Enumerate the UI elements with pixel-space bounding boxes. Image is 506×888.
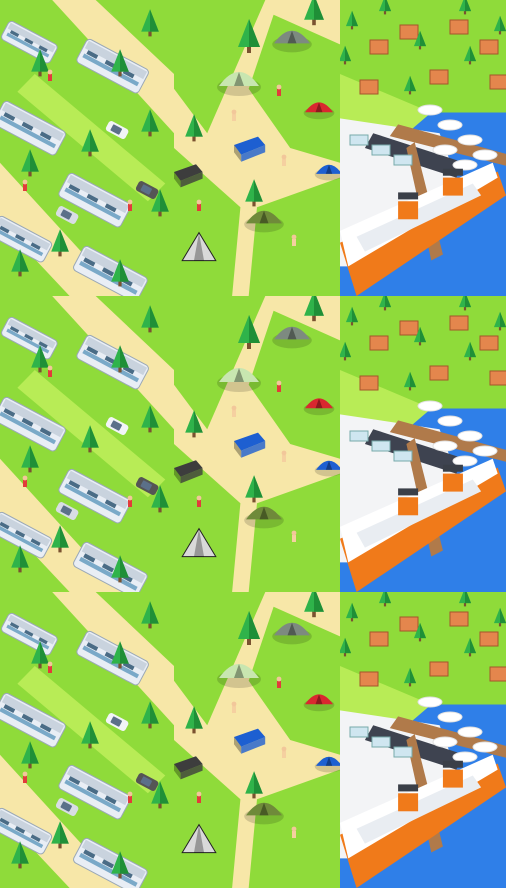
building xyxy=(479,39,499,55)
yacht xyxy=(437,711,463,723)
rv-park-screenshot-3 xyxy=(0,592,174,888)
camper-person xyxy=(196,495,202,507)
harbor-resort-screenshot-3 xyxy=(340,592,506,888)
building xyxy=(489,370,506,386)
building xyxy=(359,375,379,391)
building xyxy=(449,315,469,331)
camper-person xyxy=(291,530,297,542)
yacht xyxy=(457,430,483,442)
rv-park-screenshot-1 xyxy=(0,0,174,296)
camper-person xyxy=(22,475,28,487)
camper-person xyxy=(276,84,282,96)
camper-person xyxy=(291,826,297,838)
camper-person xyxy=(196,791,202,803)
harbor-resort-screenshot-2 xyxy=(340,296,506,592)
camper-person xyxy=(47,365,53,377)
building xyxy=(479,335,499,351)
building xyxy=(399,24,419,40)
building xyxy=(429,661,449,677)
building xyxy=(449,19,469,35)
camper-person xyxy=(276,676,282,688)
campground-scene xyxy=(174,0,340,296)
camper-person xyxy=(281,450,287,462)
yacht xyxy=(472,445,498,457)
campground-screenshot-1 xyxy=(174,0,340,296)
building xyxy=(489,666,506,682)
yacht xyxy=(432,736,458,748)
camper-person xyxy=(276,380,282,392)
campground-screenshot-3 xyxy=(174,592,340,888)
building xyxy=(369,39,389,55)
building xyxy=(489,74,506,90)
camper-person xyxy=(281,746,287,758)
harbor-resort-scene xyxy=(340,296,506,592)
harbor-resort-scene xyxy=(340,0,506,296)
camper-person xyxy=(196,199,202,211)
harbor-resort-scene xyxy=(340,592,506,888)
rv-park-scene xyxy=(0,592,174,888)
bus xyxy=(393,746,413,758)
yacht xyxy=(432,144,458,156)
building xyxy=(479,631,499,647)
yacht xyxy=(417,400,443,412)
building xyxy=(359,79,379,95)
bus xyxy=(393,154,413,166)
yacht xyxy=(452,751,478,763)
camper-person xyxy=(281,154,287,166)
yacht xyxy=(452,455,478,467)
harbor-resort-screenshot-1 xyxy=(340,0,506,296)
camper-person xyxy=(231,109,237,121)
camper-person xyxy=(231,405,237,417)
building xyxy=(369,631,389,647)
bus xyxy=(371,144,391,156)
camper-person xyxy=(22,179,28,191)
bus xyxy=(349,134,369,146)
campground-scene xyxy=(174,296,340,592)
rv-park-screenshot-2 xyxy=(0,296,174,592)
bus xyxy=(349,430,369,442)
camper-person xyxy=(291,234,297,246)
yacht xyxy=(417,104,443,116)
building xyxy=(359,671,379,687)
yacht xyxy=(472,741,498,753)
building xyxy=(399,320,419,336)
bus xyxy=(393,450,413,462)
yacht xyxy=(417,696,443,708)
yacht xyxy=(437,119,463,131)
yacht xyxy=(457,726,483,738)
building xyxy=(399,616,419,632)
scene-grid xyxy=(0,0,506,888)
camper-person xyxy=(127,199,133,211)
camper-person xyxy=(22,771,28,783)
camper-person xyxy=(127,791,133,803)
campground-scene xyxy=(174,592,340,888)
bus xyxy=(371,736,391,748)
building xyxy=(429,365,449,381)
building xyxy=(449,611,469,627)
bus xyxy=(371,440,391,452)
bus xyxy=(349,726,369,738)
building xyxy=(369,335,389,351)
yacht xyxy=(437,415,463,427)
yacht xyxy=(472,149,498,161)
rv-park-scene xyxy=(0,0,174,296)
camper-person xyxy=(47,661,53,673)
building xyxy=(429,69,449,85)
yacht xyxy=(452,159,478,171)
yacht xyxy=(457,134,483,146)
camper-person xyxy=(47,69,53,81)
campground-screenshot-2 xyxy=(174,296,340,592)
yacht xyxy=(432,440,458,452)
camper-person xyxy=(127,495,133,507)
camper-person xyxy=(231,701,237,713)
rv-park-scene xyxy=(0,296,174,592)
